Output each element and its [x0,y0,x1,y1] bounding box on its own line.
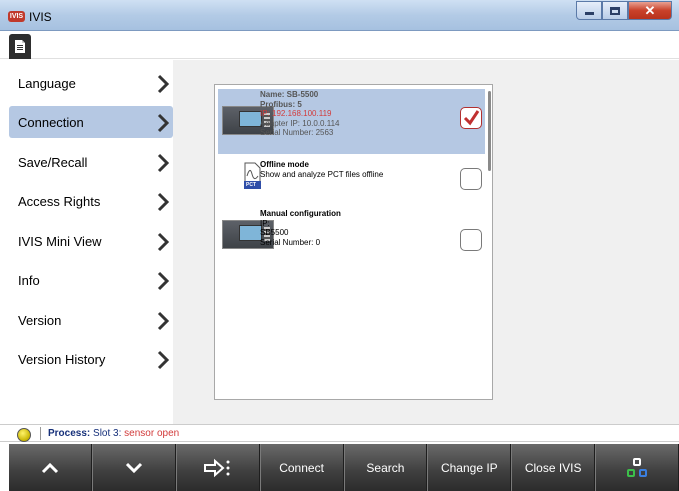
status-message: Process: Slot 3: sensor open [48,428,179,439]
checkbox-manual-config[interactable] [460,229,482,251]
device-serial: Serial Number: 2563 [260,128,334,137]
window-controls: ✕ [576,1,672,20]
sidebar-item-info[interactable]: Info [9,264,173,296]
manual-title: Manual configuration [260,209,341,218]
sidebar-item-label: Version [18,312,62,328]
document-icon [15,40,25,53]
sidebar-item-connection[interactable]: Connection [9,106,173,138]
chevron-down-icon [125,462,142,473]
device-adapter-ip: Adapter IP: 10.0.0.114 [260,118,340,128]
chevron-right-icon [157,192,170,212]
sidebar-item-label: Save/Recall [18,154,88,170]
sidebar-item-label: Info [18,272,40,288]
status-bar: Process: Slot 3: sensor open [0,424,679,442]
close-button[interactable]: ✕ [628,1,672,20]
settings-sidebar: Language Connection Save/Recall Access R… [9,60,173,424]
device-name: Name: SB-5500 [260,90,319,99]
checkmark-icon [463,110,480,126]
sidebar-item-label: Version History [18,351,106,367]
sidebar-item-save-recall[interactable]: Save/Recall [9,146,173,178]
device-details: Name: SB-5500 Profibus: 5 IP: 192.168.10… [260,90,339,138]
connect-button[interactable]: Connect [259,444,344,491]
status-label: Process: [48,428,91,439]
chevron-right-icon [157,271,170,291]
close-icon: ✕ [644,2,656,18]
manual-serial: Serial Number: 0 [260,237,321,247]
navigate-button[interactable] [175,444,260,491]
minimize-icon [584,12,594,15]
network-icon [627,457,648,477]
offline-title: Offline mode [260,160,309,169]
window-title: IVIS [29,10,52,24]
scrollbar[interactable] [488,91,491,171]
chevron-right-icon [157,113,170,133]
checkbox-sb5500[interactable] [460,107,482,129]
status-led-icon [17,428,31,442]
connection-list[interactable]: Name: SB-5500 Profibus: 5 IP: 192.168.10… [214,84,493,400]
sidebar-item-label: IVIS Mini View [18,233,102,249]
document-tab[interactable] [9,34,31,59]
list-item-manual-config[interactable]: Manual configuration IP: SB5500 Serial N… [218,206,485,261]
device-ip: IP: 192.168.100.119 [260,109,332,118]
chevron-right-icon [157,311,170,331]
app-icon: IVIS [8,11,25,22]
manual-details: Manual configuration IP: SB5500 Serial N… [260,209,341,247]
chevron-right-icon [157,153,170,173]
chevron-right-icon [157,232,170,252]
sidebar-item-version-history[interactable]: Version History [9,343,173,375]
sidebar-item-label: Language [18,75,76,91]
scroll-down-button[interactable] [91,444,176,491]
close-ivis-button[interactable]: Close IVIS [511,444,596,491]
list-item-sb5500[interactable]: Name: SB-5500 Profibus: 5 IP: 192.168.10… [218,89,485,154]
title-bar: IVIS IVIS ✕ [0,0,679,31]
bottom-toolbar: Connect Search Change IP Close IVIS [9,444,679,491]
status-slot: Slot 3: [93,428,122,439]
offline-details: Offline mode Show and analyze PCT files … [260,160,383,179]
maximize-icon [610,6,620,15]
manual-ip: IP: [260,218,270,228]
arrow-right-options-icon [203,458,230,477]
change-ip-button[interactable]: Change IP [427,444,512,491]
network-button[interactable] [595,444,679,491]
chevron-up-icon [41,462,58,473]
manual-model: SB5500 [260,228,289,237]
list-item-offline-mode[interactable]: PCT Offline mode Show and analyze PCT fi… [218,157,485,197]
sidebar-item-version[interactable]: Version [9,304,173,336]
checkbox-offline-mode[interactable] [460,168,482,190]
sidebar-item-access-rights[interactable]: Access Rights [9,185,173,217]
menu-bar [0,31,679,59]
sidebar-item-mini-view[interactable]: IVIS Mini View [9,225,173,257]
search-button[interactable]: Search [343,444,428,491]
chevron-right-icon [157,74,170,94]
status-divider [40,427,41,440]
sidebar-item-label: Connection [18,114,84,130]
sidebar-item-label: Access Rights [18,193,101,209]
scroll-up-button[interactable] [9,444,92,491]
offline-description: Show and analyze PCT files offline [260,169,384,179]
minimize-button[interactable] [576,1,602,20]
sidebar-item-language[interactable]: Language [9,67,173,99]
maximize-button[interactable] [602,1,628,20]
device-profibus: Profibus: 5 [260,99,302,109]
status-value: sensor open [124,428,180,439]
chevron-right-icon [157,350,170,370]
pct-icon-label: PCT [246,182,256,188]
